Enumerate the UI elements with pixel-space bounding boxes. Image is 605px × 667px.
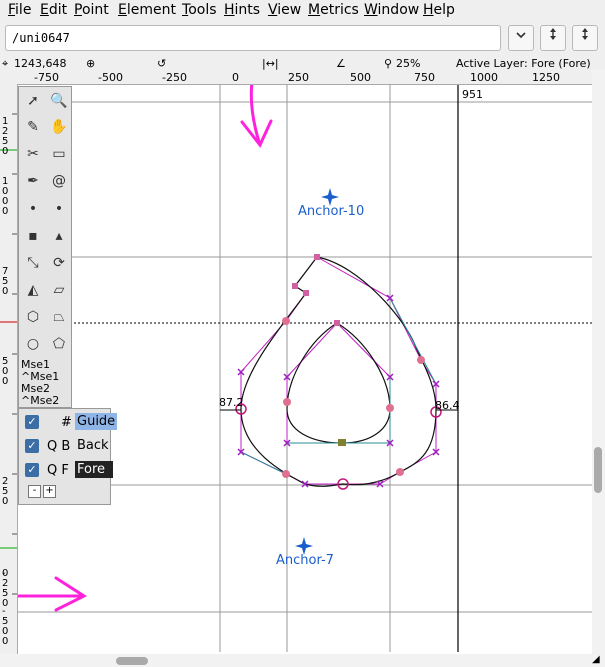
glyph-toolbar: /uni0647 <box>0 22 605 57</box>
vruler-tick: 0 <box>2 206 8 217</box>
ruler-tick: 0 <box>232 71 239 84</box>
vruler-tick: 0 <box>2 286 8 297</box>
vruler-tick: 0 <box>2 496 8 507</box>
menu-help[interactable]: Help <box>423 2 455 18</box>
freehand-tool[interactable]: ✎ <box>21 115 45 139</box>
hv-curve-point-tool[interactable]: • <box>47 197 71 221</box>
layer-row-fore[interactable]: ✓ Q F Fore <box>23 461 113 481</box>
cursor-icon: ⌖ <box>2 57 9 70</box>
vruler-tick: 0 <box>2 146 8 157</box>
right-bearing-measure: 86.4 <box>435 399 460 412</box>
hand-tool[interactable]: ✋ <box>47 115 71 139</box>
glyph-name-field[interactable]: /uni0647 <box>5 25 501 51</box>
menu-hints[interactable]: Hints <box>224 2 260 18</box>
scale-tool[interactable]: ⤡ <box>21 251 45 275</box>
vertical-scrollbar[interactable] <box>592 70 605 654</box>
glyph-dropdown-button[interactable] <box>508 25 534 51</box>
ellipse-tool[interactable]: ○ <box>21 332 45 356</box>
skew-tool[interactable]: ▱ <box>47 278 71 302</box>
vertical-ruler: 125010007505002500-250-500 <box>0 84 18 654</box>
left-bearing-measure: 87.2 <box>219 396 244 409</box>
add-layer-button[interactable]: + <box>43 485 56 498</box>
pen-tool[interactable]: ✒ <box>21 169 45 193</box>
checkbox-icon[interactable]: ✓ <box>25 463 39 477</box>
status-bar: ⌖ 1243,648 ⊕ ↺ |↔| ∠ ⚲ 25% Active Layer:… <box>0 57 605 70</box>
advance-width-label: 951 <box>462 88 483 101</box>
zoom-level: 25% <box>396 57 421 70</box>
perspective-tool[interactable]: ⏢ <box>47 305 71 329</box>
chevron-down-icon <box>516 32 526 39</box>
horizontal-ruler: -750 -500 -250 0 250 500 750 1000 1250 <box>0 70 592 85</box>
curve-point-tool[interactable]: • <box>21 197 45 221</box>
tangent-point-tool[interactable]: ▴ <box>47 224 71 248</box>
anchor-label-top: Anchor-10 <box>298 204 364 219</box>
knife-tool[interactable]: ✂ <box>21 142 45 166</box>
3d-rotate-tool[interactable]: ⬡ <box>21 305 45 329</box>
checkbox-icon[interactable]: ✓ <box>25 439 39 453</box>
magnify-tool[interactable]: 🔍 <box>47 89 71 113</box>
layer-name[interactable]: Fore <box>75 461 113 478</box>
ctrl-mouse2-binding: ^Mse2 <box>21 394 60 407</box>
distance-icon: |↔| <box>262 57 279 70</box>
ruler-tick: -250 <box>162 71 187 84</box>
menu-file[interactable]: File <box>8 2 31 18</box>
remove-layer-button[interactable]: - <box>28 485 41 498</box>
flip-tool[interactable]: ◭ <box>21 278 45 302</box>
prev-glyph-button[interactable] <box>540 25 566 51</box>
horizontal-scroll-thumb[interactable] <box>116 657 148 665</box>
active-layer-label: Active Layer: Fore (Fore) <box>456 57 591 70</box>
layer-name[interactable]: Back <box>75 437 111 454</box>
layers-palette: ✓ # Guide ✓ Q B Back ✓ Q F Fore - + <box>18 408 118 505</box>
menu-metrics[interactable]: Metrics <box>308 2 359 18</box>
ruler-tick: 500 <box>350 71 371 84</box>
next-glyph-button[interactable] <box>572 25 598 51</box>
menu-point[interactable]: Point <box>74 2 109 18</box>
point-icon: ⊕ <box>86 57 96 70</box>
spiro-tool[interactable]: @ <box>47 169 71 193</box>
menu-bar: File Edit Point Element Tools Hints View… <box>0 0 605 22</box>
ruler-tick: 750 <box>414 71 435 84</box>
menu-window[interactable]: Window <box>364 2 419 18</box>
updown-arrow-icon <box>582 28 588 40</box>
pointer-tool[interactable]: ➚ <box>21 89 45 113</box>
layer-row-guide[interactable]: ✓ # Guide <box>23 413 118 433</box>
layer-flags: Q F <box>47 463 69 478</box>
glyph-canvas[interactable]: Anchor-10 Anchor-7 87.2 86.4 951 <box>18 85 593 652</box>
rotate-icon: ↺ <box>157 57 167 70</box>
ruler-tick: 250 <box>288 71 309 84</box>
ruler-tick: -750 <box>34 71 59 84</box>
vertical-scroll-thumb[interactable] <box>594 447 602 493</box>
menu-view[interactable]: View <box>268 2 301 18</box>
ruler-tool[interactable]: ▭ <box>47 142 71 166</box>
layer-row-back[interactable]: ✓ Q B Back <box>23 437 111 457</box>
ruler-tick: 1250 <box>532 71 560 84</box>
vruler-tick: 0 <box>2 636 8 647</box>
anchor-label-bottom: Anchor-7 <box>276 553 334 568</box>
ruler-tick: 1000 <box>470 71 498 84</box>
layer-name[interactable]: Guide <box>75 413 118 430</box>
ruler-tick: -500 <box>98 71 123 84</box>
rotate-tool[interactable]: ⟳ <box>47 251 71 275</box>
corner-point-tool[interactable]: ▪ <box>21 224 45 248</box>
menu-element[interactable]: Element <box>118 2 176 18</box>
polygon-tool[interactable]: ⬠ <box>47 332 71 356</box>
resize-grip-icon[interactable]: ◢ <box>592 654 600 665</box>
menu-tools[interactable]: Tools <box>182 2 217 18</box>
horizontal-scrollbar[interactable]: ◢ <box>0 654 605 667</box>
menu-edit[interactable]: Edit <box>40 2 67 18</box>
cursor-coordinates: 1243,648 <box>14 57 67 70</box>
zoom-icon: ⚲ <box>384 57 393 70</box>
angle-icon: ∠ <box>336 57 346 70</box>
tools-palette: ➚ 🔍 ✎ ✋ ✂ ▭ ✒ @ • • ▪ ▴ ⤡ ⟳ ◭ ▱ ⬡ ⏢ ○ ⬠ … <box>18 86 72 408</box>
layer-flags: Q B <box>47 439 71 454</box>
layer-flags: # <box>61 415 72 430</box>
checkbox-icon[interactable]: ✓ <box>25 415 39 429</box>
vruler-tick: 0 <box>2 376 8 387</box>
updown-arrow-icon <box>550 28 556 40</box>
